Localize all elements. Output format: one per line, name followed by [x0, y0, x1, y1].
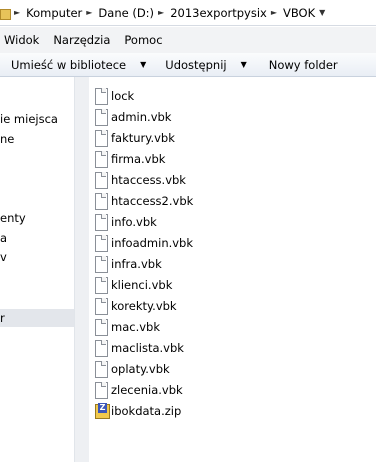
document-icon: [95, 151, 108, 168]
chevron-right-icon[interactable]: ►: [14, 8, 20, 17]
nav-item[interactable]: a: [0, 229, 74, 247]
document-icon: [95, 109, 108, 126]
share-label: Udostępnij: [165, 57, 227, 72]
new-folder-button[interactable]: Nowy folder: [255, 53, 346, 76]
include-in-library-button[interactable]: Umieść w bibliotece ▼: [0, 53, 154, 76]
breadcrumb-computer[interactable]: Komputer: [26, 6, 82, 20]
menu-tools[interactable]: Narzędzia: [46, 33, 117, 47]
file-name: htaccess2.vbk: [111, 194, 194, 208]
nav-item-label: ne: [0, 132, 15, 146]
nav-item-label: ie miejsca: [0, 112, 58, 126]
file-item[interactable]: admin.vbk: [95, 107, 171, 127]
chevron-right-icon[interactable]: ►: [271, 8, 277, 17]
file-item[interactable]: ibokdata.zip: [95, 401, 181, 421]
file-item[interactable]: oplaty.vbk: [95, 359, 170, 379]
navigation-pane[interactable]: ie miejsca ne enty a v r: [0, 77, 75, 462]
file-name: ibokdata.zip: [111, 404, 182, 418]
new-folder-label: Nowy folder: [268, 57, 338, 72]
document-icon: [95, 172, 108, 189]
chevron-down-icon: ▼: [240, 60, 247, 69]
zip-archive-icon: [95, 403, 110, 419]
document-icon: [95, 256, 108, 273]
document-icon: [95, 235, 108, 252]
file-item[interactable]: htaccess.vbk: [95, 170, 186, 190]
file-name: mac.vbk: [111, 320, 160, 334]
chevron-right-icon[interactable]: ►: [86, 8, 92, 17]
chevron-down-icon[interactable]: ▼: [319, 8, 325, 17]
nav-item-label: v: [0, 250, 7, 264]
nav-item-documents[interactable]: enty: [0, 209, 74, 227]
nav-item-recent-places[interactable]: ie miejsca: [0, 110, 74, 128]
file-name: infoadmin.vbk: [111, 236, 194, 250]
file-name: htaccess.vbk: [111, 173, 186, 187]
file-name: admin.vbk: [111, 110, 172, 124]
file-name: infra.vbk: [111, 257, 162, 271]
file-item[interactable]: info.vbk: [95, 212, 157, 232]
breadcrumb-current-folder[interactable]: VBOK: [283, 6, 315, 20]
file-item[interactable]: mac.vbk: [95, 317, 160, 337]
file-item[interactable]: lock: [95, 86, 134, 106]
file-item[interactable]: faktury.vbk: [95, 128, 175, 148]
file-name: klienci.vbk: [111, 278, 173, 292]
menu-help[interactable]: Pomoc: [117, 33, 169, 47]
file-name: firma.vbk: [111, 152, 166, 166]
document-icon: [95, 382, 108, 399]
pane-splitter[interactable]: [75, 77, 89, 462]
file-item[interactable]: htaccess2.vbk: [95, 191, 193, 211]
nav-item-label: r: [0, 311, 5, 325]
file-item[interactable]: infra.vbk: [95, 254, 162, 274]
document-icon: [95, 214, 108, 231]
nav-item-label: enty: [0, 211, 26, 225]
document-icon: [95, 193, 108, 210]
file-item[interactable]: klienci.vbk: [95, 275, 172, 295]
document-icon: [95, 361, 108, 378]
file-name: oplaty.vbk: [111, 362, 170, 376]
breadcrumb: ► Komputer ► Dane (D:) ► 2013exportpysix…: [0, 4, 331, 21]
file-item[interactable]: infoadmin.vbk: [95, 233, 193, 253]
file-name: faktury.vbk: [111, 131, 175, 145]
address-bar[interactable]: ► Komputer ► Dane (D:) ► 2013exportpysix…: [0, 0, 376, 26]
menu-bar: Widok Narzędzia Pomoc: [0, 27, 376, 53]
breadcrumb-export-folder[interactable]: 2013exportpysix: [170, 6, 267, 20]
document-icon: [95, 319, 108, 336]
document-icon: [95, 298, 108, 315]
document-icon: [95, 130, 108, 147]
document-icon: [95, 88, 108, 105]
file-name: korekty.vbk: [111, 299, 177, 313]
document-icon: [95, 277, 108, 294]
include-in-library-label: Umieść w bibliotece: [11, 57, 127, 72]
file-list[interactable]: lock admin.vbk faktury.vbk firma.vbk hta…: [89, 77, 376, 462]
nav-item-selected[interactable]: r: [0, 309, 74, 327]
chevron-right-icon[interactable]: ►: [158, 8, 164, 17]
chevron-down-icon: ▼: [140, 60, 147, 69]
file-name: lock: [111, 89, 135, 103]
menu-view[interactable]: Widok: [0, 33, 46, 47]
file-name: zlecenia.vbk: [111, 383, 183, 397]
breadcrumb-drive[interactable]: Dane (D:): [98, 6, 154, 20]
folder-icon: [0, 7, 11, 20]
command-bar: Umieść w bibliotece ▼ Udostępnij ▼ Nowy …: [0, 53, 376, 77]
file-name: maclista.vbk: [111, 341, 184, 355]
file-item[interactable]: korekty.vbk: [95, 296, 177, 316]
file-item[interactable]: maclista.vbk: [95, 338, 184, 358]
document-icon: [95, 340, 108, 357]
nav-item[interactable]: v: [0, 248, 74, 266]
file-item[interactable]: firma.vbk: [95, 149, 165, 169]
nav-item-label: a: [0, 231, 8, 245]
nav-item[interactable]: ne: [0, 130, 74, 148]
file-name: info.vbk: [111, 215, 157, 229]
file-item[interactable]: zlecenia.vbk: [95, 380, 183, 400]
share-button[interactable]: Udostępnij ▼: [154, 53, 254, 76]
